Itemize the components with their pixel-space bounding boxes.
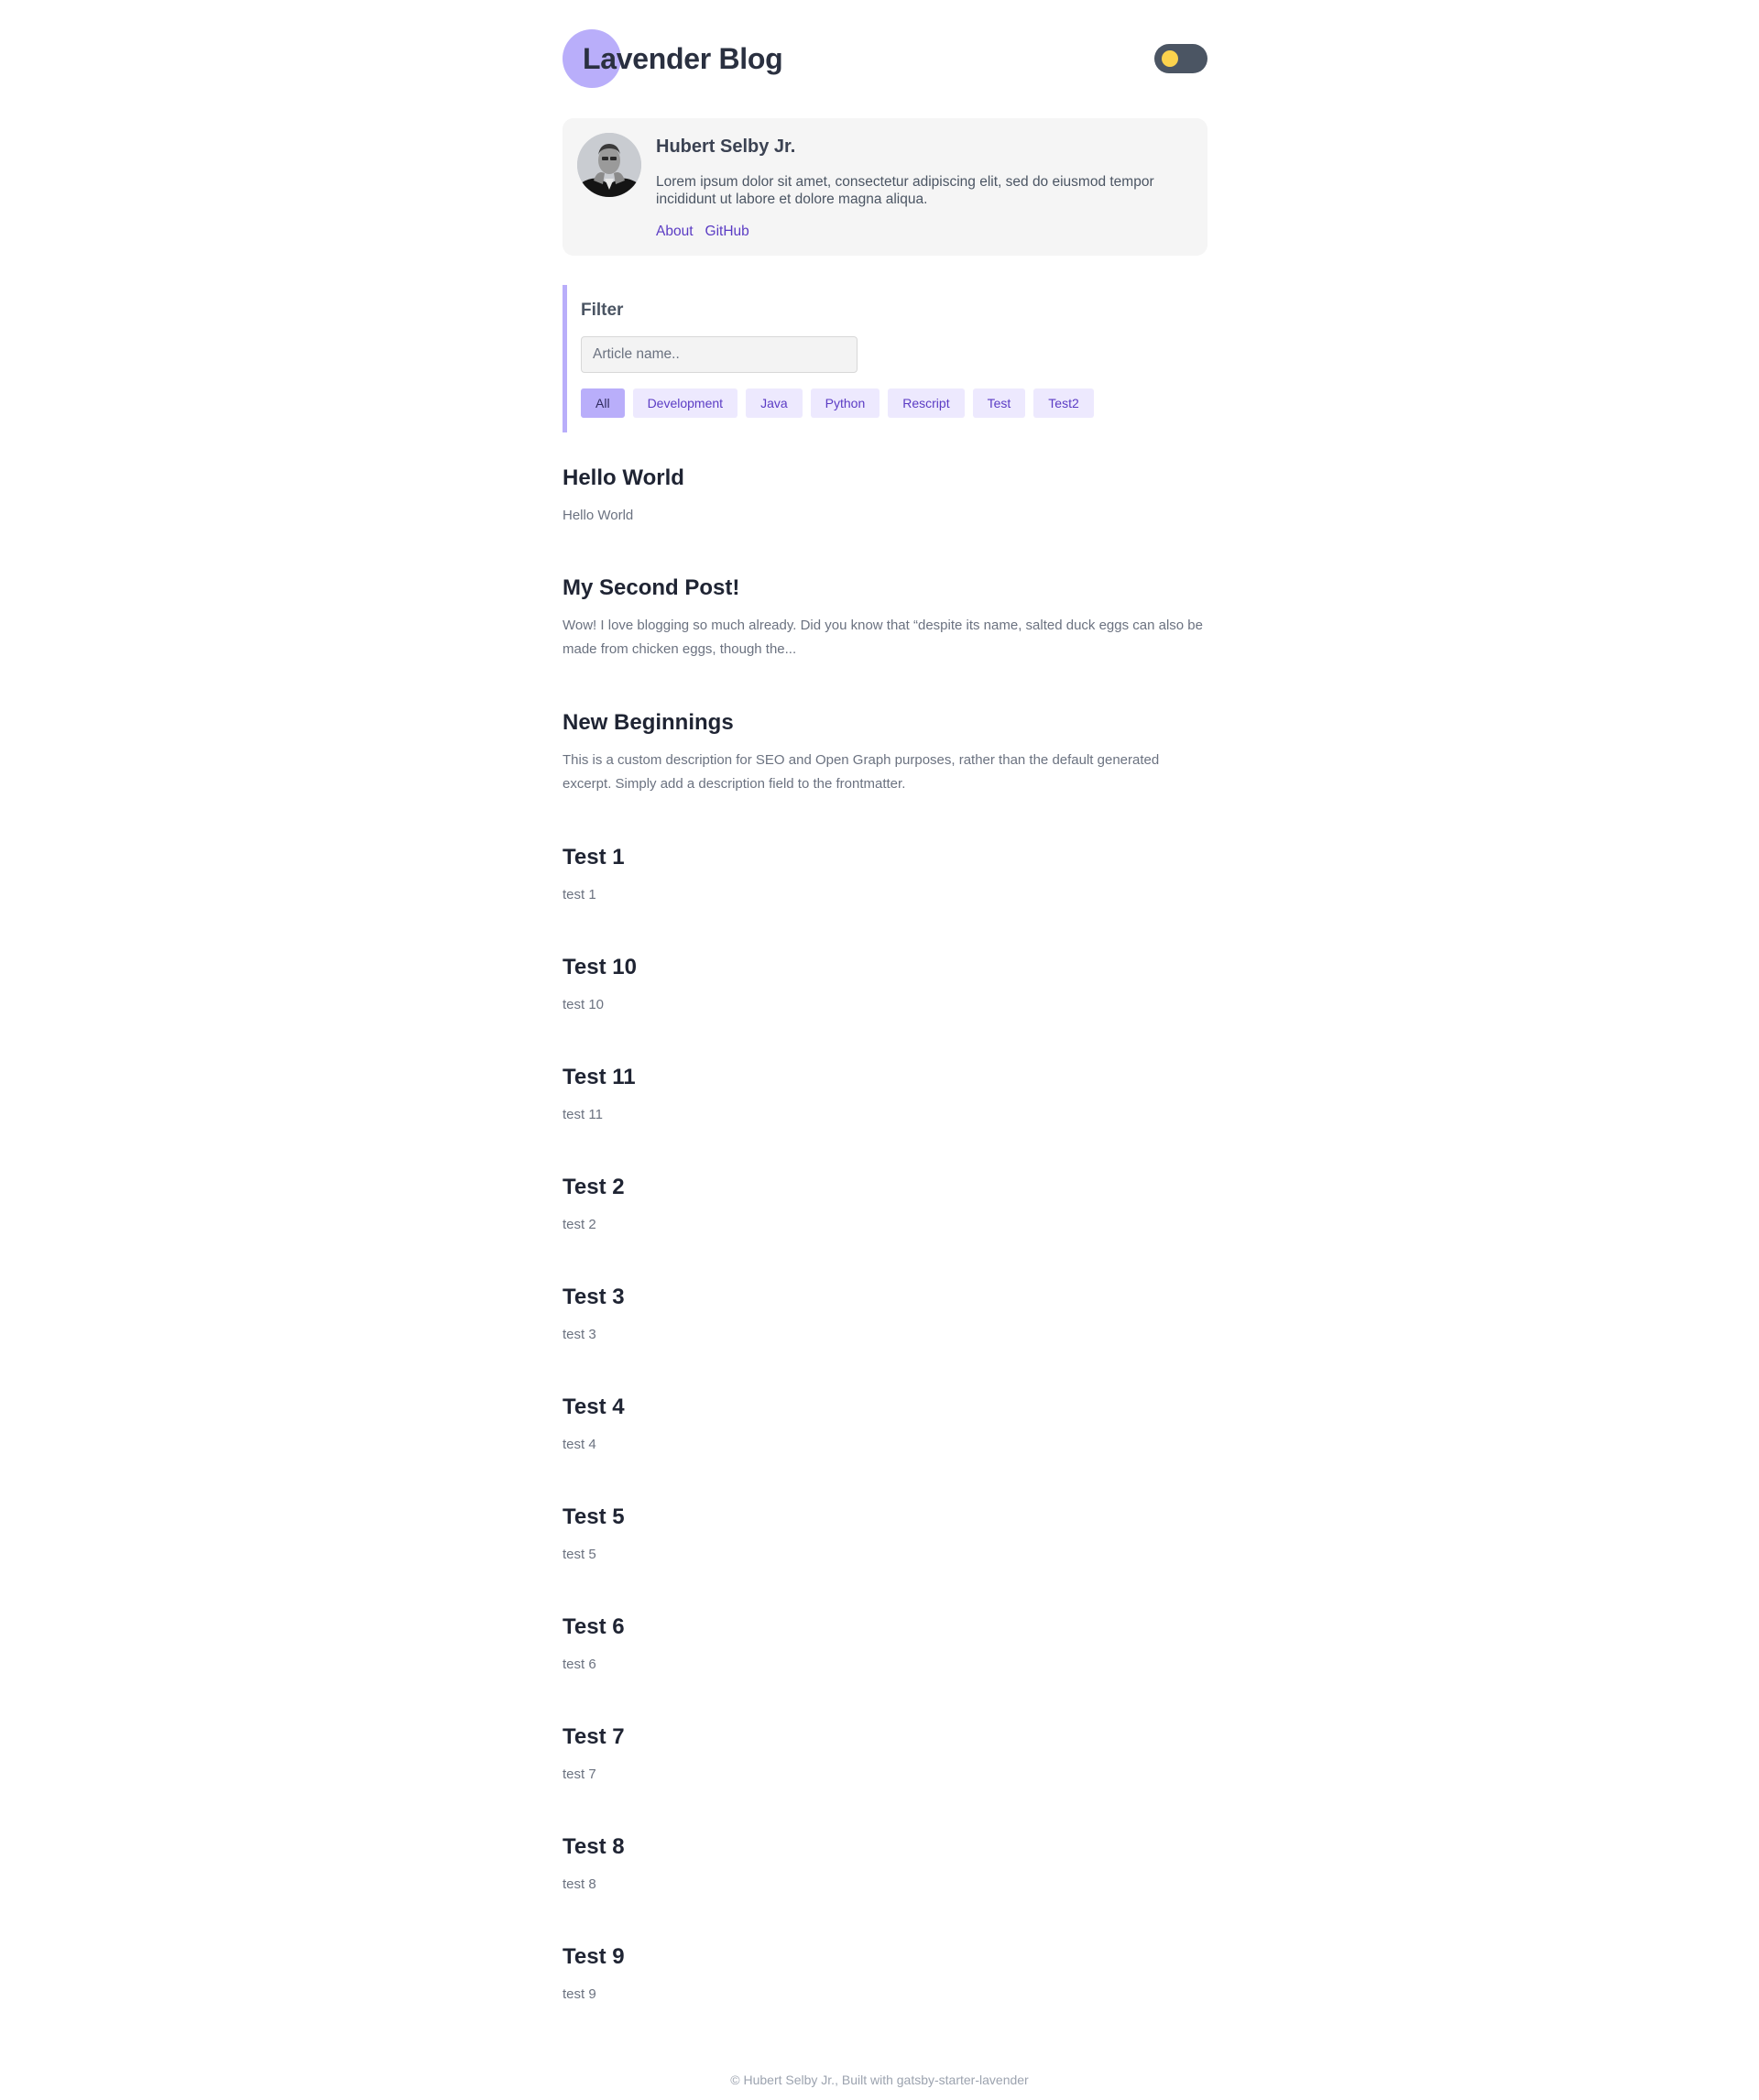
bio-name: Hubert Selby Jr. — [656, 137, 796, 157]
bio-card: Hubert Selby Jr. Lorem ipsum dolor sit a… — [563, 118, 1207, 256]
post-excerpt: test 4 — [563, 1437, 596, 1452]
post-excerpt: Hello World — [563, 508, 634, 523]
tag-development[interactable]: Development — [632, 388, 738, 418]
post-title-link[interactable]: My Second Post! — [563, 574, 739, 602]
avatar — [577, 133, 641, 197]
post-excerpt: test 8 — [563, 1876, 596, 1892]
article-search-input[interactable] — [581, 336, 858, 373]
tag-test2[interactable]: Test2 — [1033, 388, 1094, 418]
post-title-link[interactable]: New Beginnings — [563, 709, 734, 737]
post-excerpt: test 11 — [563, 1107, 603, 1122]
site-title-link[interactable]: Lavender Blog — [583, 38, 783, 79]
sun-icon — [1162, 50, 1178, 67]
post-excerpt: test 3 — [563, 1327, 596, 1342]
tag-java[interactable]: Java — [746, 388, 803, 418]
tag-all[interactable]: All — [581, 388, 625, 418]
post-title-link[interactable]: Test 5 — [563, 1504, 625, 1531]
post-title-link[interactable]: Test 7 — [563, 1723, 625, 1751]
bio-links: About GitHub — [656, 223, 761, 241]
about-link[interactable]: About — [656, 224, 694, 239]
post-title-link[interactable]: Test 6 — [563, 1613, 625, 1641]
tag-list: All Development Java Python Rescript Tes… — [581, 388, 1094, 418]
post-title-link[interactable]: Test 9 — [563, 1943, 625, 1971]
post-excerpt: test 1 — [563, 887, 596, 902]
site-footer: © Hubert Selby Jr., Built with gatsby-st… — [730, 2073, 1029, 2087]
theme-toggle[interactable] — [1154, 44, 1207, 73]
post-title-link[interactable]: Hello World — [563, 465, 684, 492]
post-excerpt: test 7 — [563, 1766, 596, 1782]
filter-panel: Filter All Development Java Python Rescr… — [563, 285, 1212, 432]
post-title-link[interactable]: Test 8 — [563, 1833, 625, 1861]
post-excerpt: This is a custom description for SEO and… — [563, 752, 1160, 792]
post-excerpt: test 5 — [563, 1547, 596, 1562]
tag-python[interactable]: Python — [810, 388, 880, 418]
post-excerpt: test 2 — [563, 1217, 596, 1232]
filter-heading: Filter — [581, 301, 624, 320]
post-excerpt: test 10 — [563, 997, 605, 1012]
site-header: Lavender Blog — [563, 29, 1207, 88]
post-title-link[interactable]: Test 11 — [563, 1064, 636, 1091]
tag-rescript[interactable]: Rescript — [888, 388, 965, 418]
post-title-link[interactable]: Test 2 — [563, 1174, 625, 1201]
post-excerpt: test 6 — [563, 1657, 596, 1672]
post-excerpt: test 9 — [563, 1986, 596, 2002]
post-title-link[interactable]: Test 3 — [563, 1284, 625, 1311]
bio-description: Lorem ipsum dolor sit amet, consectetur … — [656, 174, 1154, 207]
post-title-link[interactable]: Test 10 — [563, 954, 637, 981]
github-link[interactable]: GitHub — [705, 224, 749, 239]
tag-test[interactable]: Test — [972, 388, 1026, 418]
post-excerpt: Wow! I love blogging so much already. Di… — [563, 618, 1203, 657]
post-title-link[interactable]: Test 4 — [563, 1394, 625, 1421]
post-title-link[interactable]: Test 1 — [563, 844, 625, 871]
